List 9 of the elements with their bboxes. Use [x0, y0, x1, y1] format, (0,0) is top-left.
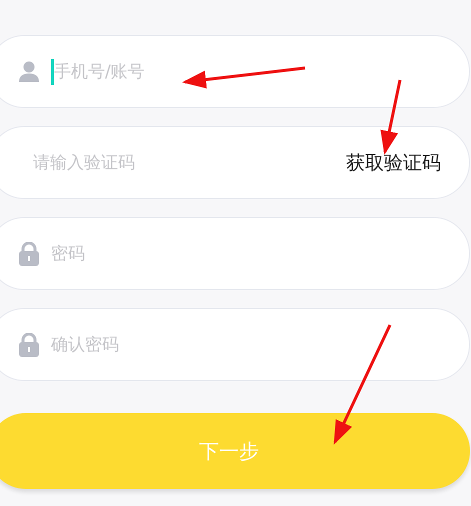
lock-icon — [19, 332, 39, 356]
text-cursor — [51, 58, 54, 84]
input-field[interactable]: 请输入验证码 — [33, 152, 334, 172]
get-code-button[interactable]: 获取验证码 — [346, 150, 441, 176]
lock-icon — [19, 242, 39, 266]
input-field[interactable]: 确认密码 — [51, 334, 441, 354]
input-field[interactable]: 密码 — [51, 244, 441, 264]
input-field[interactable]: 手机号/账号 — [54, 62, 441, 82]
user-icon — [19, 60, 39, 82]
